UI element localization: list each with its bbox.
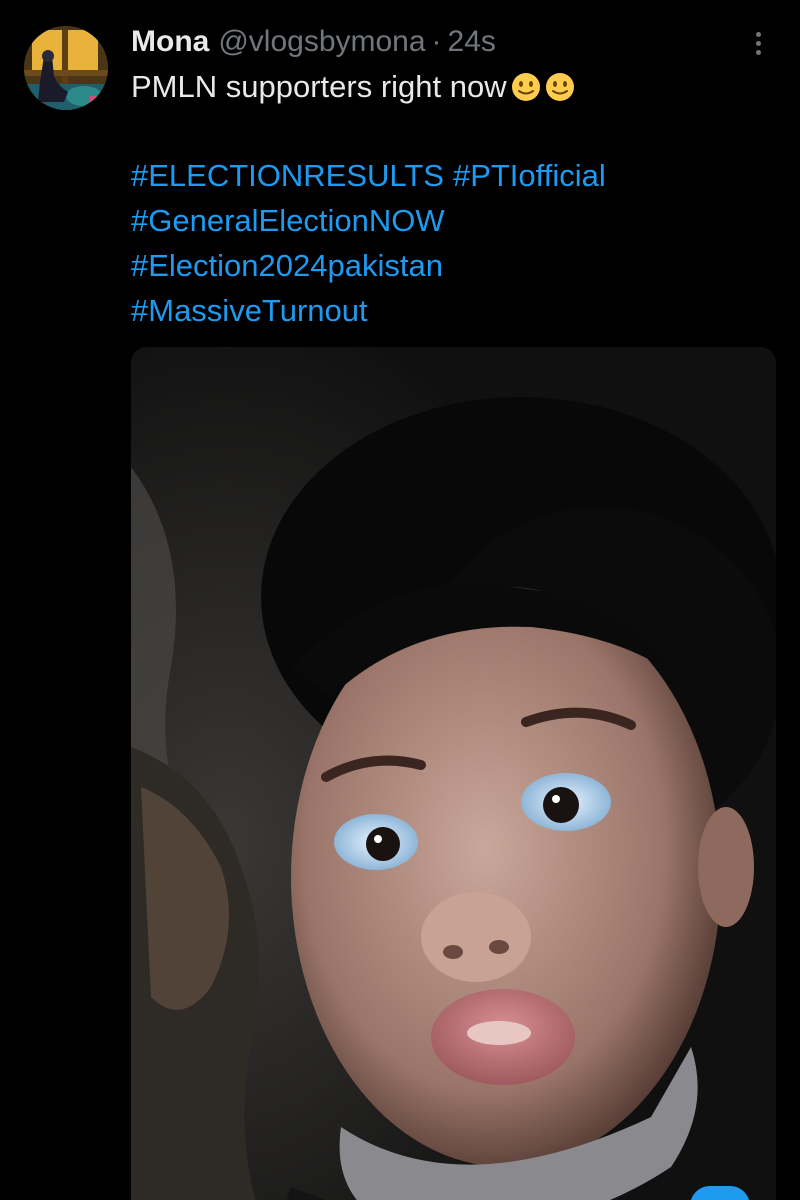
more-vertical-icon[interactable] [744,26,774,62]
tweet-media-photo[interactable] [131,347,776,1200]
tweet[interactable]: Mona @vlogsbymona · 24s PMLN supporters … [0,0,800,1200]
hashtag-line: #GeneralElectionNOW [131,198,445,244]
user-handle[interactable]: @vlogsbymona [218,22,425,62]
hashtag-link[interactable]: #Election2024pakistan [131,248,443,283]
hashtag-line: #Election2024pakistan [131,243,443,289]
hashtag-link[interactable]: #GeneralElectionNOW [131,203,445,238]
display-name[interactable]: Mona [131,22,209,62]
timestamp[interactable]: 24s [448,22,496,62]
hashtag-line: #ELECTIONRESULTS #PTIofficial [131,153,606,199]
hashtag-link[interactable]: #ELECTIONRESULTS [131,158,444,193]
tweet-text-body: PMLN supporters right now [131,69,507,104]
hashtag-line: #MassiveTurnout [131,288,368,334]
tweet-text: PMLN supporters right now [131,64,575,110]
hashtag-link[interactable]: #PTIofficial [453,158,606,193]
slightly-smiling-face-icon [511,73,540,101]
tweet-header: Mona @vlogsbymona · 24s [131,22,496,62]
slightly-smiling-face-icon [545,73,574,101]
separator: · [431,25,442,58]
avatar[interactable] [24,26,108,110]
hashtag-link[interactable]: #MassiveTurnout [131,293,368,328]
